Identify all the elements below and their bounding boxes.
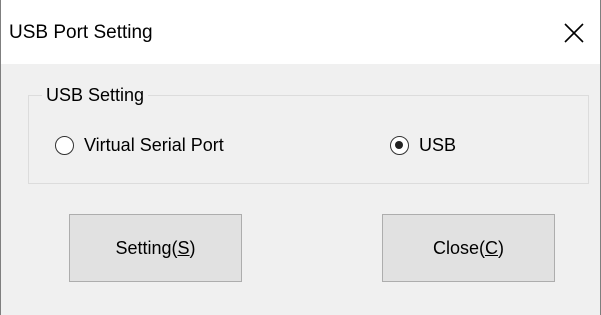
radio-unchecked-icon <box>55 135 74 155</box>
close-button-mnemonic: C <box>485 237 498 258</box>
window-title: USB Port Setting <box>9 22 153 43</box>
radio-label-usb: USB <box>419 135 457 155</box>
radio-checked-icon <box>390 135 409 155</box>
close-icon[interactable] <box>561 20 587 46</box>
usb-setting-legend: USB Setting <box>42 84 149 106</box>
setting-button-label-prefix: Setting( <box>115 237 178 258</box>
close-button[interactable]: Close(C) <box>382 214 555 282</box>
radio-virtual-serial-port[interactable]: Virtual Serial Port <box>55 133 224 157</box>
setting-button[interactable]: Setting(S) <box>69 214 242 282</box>
usb-port-setting-dialog: USB Port Setting USB Setting Virtual Ser… <box>0 0 601 315</box>
close-button-label-suffix: ) <box>498 237 504 258</box>
title-bar: USB Port Setting <box>1 0 600 64</box>
dialog-client-area: USB Setting Virtual Serial Port USB Sett… <box>1 64 600 315</box>
radio-usb[interactable]: USB <box>390 133 456 157</box>
setting-button-mnemonic: S <box>177 237 190 258</box>
setting-button-label-suffix: ) <box>189 237 196 258</box>
radio-label-virtual-serial-port: Virtual Serial Port <box>84 135 224 155</box>
close-button-label-prefix: Close( <box>432 237 485 258</box>
